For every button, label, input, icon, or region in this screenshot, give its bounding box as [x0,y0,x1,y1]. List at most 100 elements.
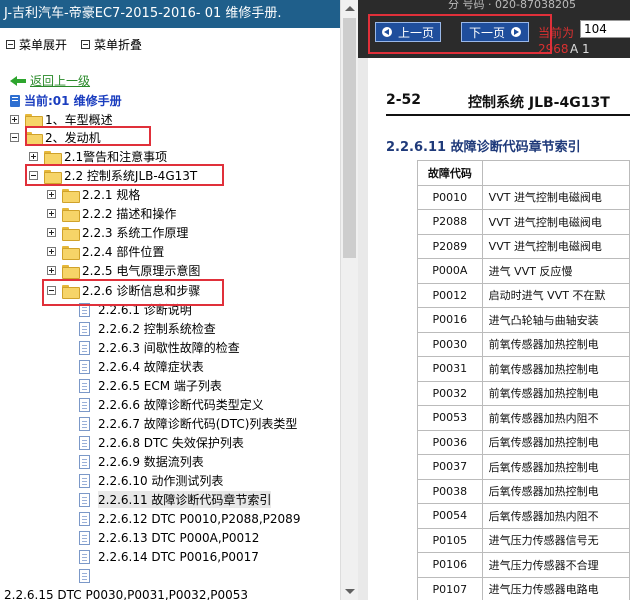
toolbar-meta: 分 号码 · 020-87038205 [448,0,576,11]
current-page-label: 当前为 [538,26,575,40]
table-row: P000A 进气 VVT 反应慢 [417,258,630,284]
tree-item-2-2[interactable]: 2.2 控制系统JLB-4G13T [29,166,197,185]
document-icon [79,549,90,564]
tree-leaf[interactable]: 2.2.6.2 控制系统检查 [79,319,216,338]
tree-leaf-label: 2.2.6.13 DTC P000A,P0012 [98,530,260,545]
folder-icon [62,188,80,203]
table-row: P0037 后氧传感器加热控制电 [417,454,630,480]
folder-icon [44,150,62,165]
page-number-input[interactable] [580,20,630,38]
expand-menu-button[interactable]: 菜单展开 [6,36,67,53]
folder-icon [62,245,80,260]
tree-item-2-2-6[interactable]: 2.2.6 诊断信息和步骤 [47,281,200,300]
tree-item-2-2-3[interactable]: 2.2.3 系统工作原理 [47,223,188,242]
folder-icon [62,226,80,241]
page-toolbar: 分 号码 · 020-87038205 上一页 下一页 当前为 2968 A 1 [358,0,630,58]
folder-icon [25,113,43,128]
dtc-description: VVT 进气控制电磁阀电 [481,209,630,235]
tree-leaf[interactable]: 2.2.6.4 故障症状表 [79,357,204,376]
app-window: J-吉利汽车-帝豪EC7-2015-2016- 01 维修手册. 菜单展开 菜单… [0,0,630,600]
scrollbar-thumb[interactable] [343,18,356,258]
tree-leaf[interactable]: 2.2.6.15 DTC P0030,P0031,P0032,P0053 [4,585,248,600]
tree-item-2-2-5[interactable]: 2.2.5 电气原理示意图 [47,261,200,280]
expand-icon[interactable] [47,228,56,237]
scroll-up-icon[interactable] [345,6,355,11]
document-view[interactable]: 2-52 控制系统 JLB-4G13T 2.2.6.11 故障诊断代码章节索引 … [358,58,630,600]
collapse-menu-button[interactable]: 菜单折叠 [81,36,142,53]
expand-icon[interactable] [10,115,19,124]
tree-leaf[interactable]: 2.2.6.5 ECM 端子列表 [79,376,222,395]
toc-scrollbar[interactable] [340,0,358,600]
tree-leaf[interactable]: 2.2.6.3 间歇性故障的检查 [79,338,240,357]
tree-item-2-2-4[interactable]: 2.2.4 部件位置 [47,242,164,261]
expand-icon[interactable] [29,152,38,161]
tree-leaf[interactable]: 2.2.6.10 动作测试列表 [79,471,223,490]
dtc-description: 后氧传感器加热控制电 [481,478,630,504]
tree-leaf[interactable]: 2.2.6.6 故障诊断代码类型定义 [79,395,264,414]
document-icon [79,568,90,583]
document-icon [79,359,90,374]
collapse-icon[interactable] [47,286,56,295]
next-page-button[interactable]: 下一页 [461,22,529,42]
tree-item-label: 1、车型概述 [45,113,113,127]
section-title: 2.2.6.11 故障诊断代码章节索引 [386,140,581,155]
tree-item-label: 2.2.2 描述和操作 [82,207,177,221]
collapse-icon[interactable] [29,171,38,180]
dtc-description: VVT 进气控制电磁阀电 [481,233,630,259]
header-rule [386,114,630,116]
table-row: P0010 VVT 进气控制电磁阀电 [417,184,630,210]
tree-leaf[interactable]: 2.2.6.9 数据流列表 [79,452,204,471]
tree-leaf-active[interactable]: 2.2.6.11 故障诊断代码章节索引 [79,490,272,509]
toc-pane: J-吉利汽车-帝豪EC7-2015-2016- 01 维修手册. 菜单展开 菜单… [0,0,358,600]
page-header: 控制系统 JLB-4G13T [468,95,610,111]
collapse-box-icon [81,40,91,49]
document-icon [79,340,90,355]
tree-leaf-label: 2.2.6.2 控制系统检查 [98,322,216,336]
tree-leaf-label: 2.2.6.9 数据流列表 [98,455,204,469]
back-link[interactable]: 返回上一级 [10,72,90,89]
tree-leaf[interactable]: 2.2.6.13 DTC P000A,P0012 [79,528,259,547]
dtc-description: 进气 VVT 反应慢 [481,258,630,284]
document-icon [79,473,90,488]
tree-leaf-label: 2.2.6.14 DTC P0016,P0017 [98,549,259,564]
collapse-icon[interactable] [10,133,19,142]
dtc-code: P0032 [417,380,483,406]
table-row: P2089 VVT 进气控制电磁阀电 [417,233,630,259]
folder-open-icon [44,169,62,184]
tree-item-1[interactable]: 1、车型概述 [10,110,113,129]
column-header [481,160,630,186]
dtc-description: 前氧传感器加热控制电 [481,331,630,357]
expand-icon[interactable] [47,190,56,199]
table-header-row: 故障代码 [417,160,630,186]
tree-leaf-label: 2.2.6.7 故障诊断代码(DTC)列表类型 [98,417,298,431]
tree-leaf-label: 2.2.6.11 故障诊断代码章节索引 [98,491,272,508]
tree-item-2-1[interactable]: 2.1警告和注意事项 [29,147,167,166]
folder-icon [62,264,80,279]
tree-leaf-label: 2.2.6.12 DTC P0010,P2088,P2089 [98,511,301,526]
tree-leaf-label: 2.2.6.6 故障诊断代码类型定义 [98,398,264,412]
dtc-code: P0107 [417,576,483,600]
table-row: P0016 进气凸轮轴与曲轴安装 [417,307,630,333]
tree-item-label: 2.2 控制系统JLB-4G13T [64,169,198,183]
folder-open-icon [25,131,43,146]
tree-leaf[interactable]: 2.2.6.14 DTC P0016,P0017 [79,547,259,566]
expand-icon[interactable] [47,266,56,275]
tree-item-2-2-2[interactable]: 2.2.2 描述和操作 [47,204,176,223]
tree-leaf[interactable]: 2.2.6.1 诊断说明 [79,300,192,319]
tree-leaf[interactable]: 2.2.6.8 DTC 失效保护列表 [79,433,244,452]
expand-icon[interactable] [47,247,56,256]
dtc-code: P2089 [417,233,483,259]
tree-leaf[interactable] [79,566,98,585]
tree-leaf[interactable]: 2.2.6.7 故障诊断代码(DTC)列表类型 [79,414,297,433]
tree-item-2[interactable]: 2、发动机 [10,128,101,147]
scroll-down-icon[interactable] [345,589,355,594]
expand-icon[interactable] [47,209,56,218]
tree-leaf[interactable]: 2.2.6.12 DTC P0010,P2088,P2089 [79,509,300,528]
prev-page-button[interactable]: 上一页 [375,22,441,42]
tree-leaf-label: 2.2.6.8 DTC 失效保护列表 [98,436,244,450]
back-arrow-icon [10,75,26,86]
document-icon [79,435,90,450]
tree-item-2-2-1[interactable]: 2.2.1 规格 [47,185,140,204]
table-row: P2088 VVT 进气控制电磁阀电 [417,209,630,235]
tree-item-label: 2、发动机 [45,131,101,145]
